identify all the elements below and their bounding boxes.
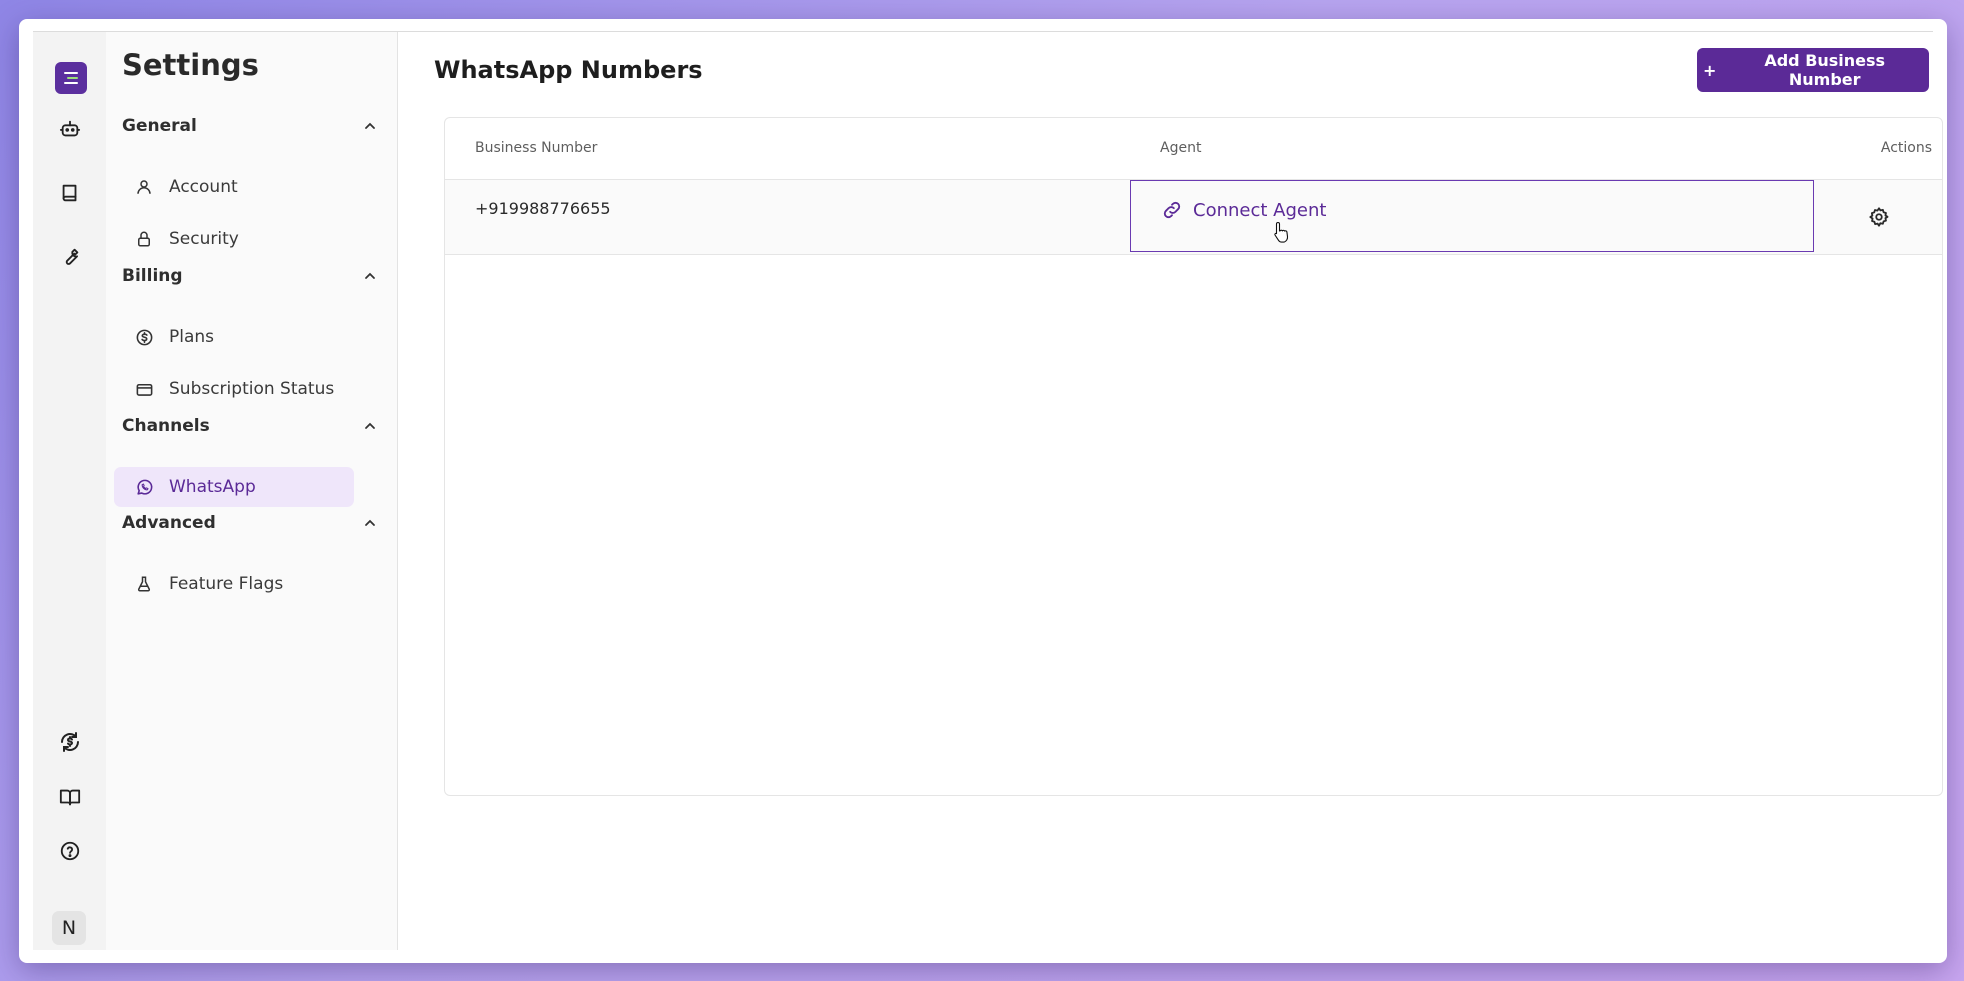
group-label: General	[122, 116, 197, 136]
group-label: Advanced	[122, 513, 216, 533]
group-advanced: Advanced	[122, 511, 382, 535]
group-label: Billing	[122, 266, 183, 286]
chevron-up-icon	[365, 272, 375, 279]
numbers-table: Business Number Agent Actions +919988776…	[444, 117, 1943, 796]
group-general: General	[122, 114, 382, 138]
link-icon	[1163, 201, 1181, 219]
logo-icon[interactable]	[55, 62, 87, 94]
app-window: N Settings General Account Security Bill…	[19, 19, 1947, 963]
plus-icon: +	[1703, 60, 1717, 80]
help-icon[interactable]	[55, 836, 85, 866]
page-title: WhatsApp Numbers	[434, 56, 703, 84]
open-book-icon[interactable]	[55, 782, 85, 812]
group-channels: Channels	[122, 414, 382, 438]
dollar-icon	[134, 327, 154, 347]
book-icon[interactable]	[55, 178, 85, 208]
sidebar-item-label: WhatsApp	[169, 477, 256, 497]
settings-sidebar: Settings General Account Security Billin…	[106, 32, 398, 950]
wrench-icon[interactable]	[55, 242, 85, 272]
dollar-refresh-icon[interactable]	[55, 727, 85, 757]
sidebar-item-whatsapp[interactable]: WhatsApp	[114, 467, 354, 507]
bot-icon[interactable]	[55, 114, 85, 144]
agent-cell[interactable]: Connect Agent	[1130, 180, 1814, 252]
sidebar-item-account[interactable]: Account	[114, 167, 354, 207]
group-billing: Billing	[122, 264, 382, 288]
sidebar-item-security[interactable]: Security	[114, 219, 354, 259]
sidebar-item-feature-flags[interactable]: Feature Flags	[114, 564, 354, 604]
table-row: +919988776655 Connect Agent	[445, 180, 1942, 255]
sidebar-item-label: Feature Flags	[169, 574, 284, 594]
main-content: WhatsApp Numbers + Add Business Number B…	[398, 32, 1943, 950]
business-number-cell: +919988776655	[475, 199, 611, 218]
column-header-actions: Actions	[1880, 140, 1932, 156]
sidebar-item-plans[interactable]: Plans	[114, 317, 354, 357]
chevron-up-icon	[365, 122, 375, 129]
card-icon	[134, 379, 154, 399]
hand-cursor-icon	[1274, 221, 1289, 243]
add-button-label: Add Business Number	[1764, 51, 1886, 89]
sidebar-item-subscription-status[interactable]: Subscription Status	[114, 369, 354, 409]
avatar[interactable]: N	[52, 911, 86, 945]
sidebar-item-label: Plans	[169, 327, 215, 347]
connect-agent-label: Connect Agent	[1193, 199, 1327, 221]
sidebar-item-label: Subscription Status	[169, 379, 335, 399]
lock-icon	[134, 229, 154, 249]
settings-gear-icon[interactable]	[1868, 206, 1890, 228]
flask-icon	[134, 574, 154, 594]
sidebar-title: Settings	[122, 48, 259, 82]
sidebar-item-label: Account	[169, 177, 238, 197]
connect-agent-link[interactable]: Connect Agent	[1161, 199, 1326, 221]
chevron-up-icon	[365, 519, 375, 526]
user-icon	[134, 177, 154, 197]
sidebar-item-label: Security	[169, 229, 239, 249]
group-channels-header[interactable]: Channels	[122, 414, 382, 438]
table-header: Business Number Agent Actions	[445, 118, 1942, 180]
column-header-agent: Agent	[1160, 140, 1202, 156]
group-general-header[interactable]: General	[122, 114, 382, 138]
chevron-up-icon	[365, 422, 375, 429]
column-header-business-number: Business Number	[475, 140, 598, 156]
group-billing-header[interactable]: Billing	[122, 264, 382, 288]
group-label: Channels	[122, 416, 210, 436]
group-advanced-header[interactable]: Advanced	[122, 511, 382, 535]
whatsapp-icon	[134, 477, 154, 497]
add-business-number-button[interactable]: + Add Business Number	[1697, 48, 1929, 92]
icon-rail: N	[33, 32, 107, 950]
